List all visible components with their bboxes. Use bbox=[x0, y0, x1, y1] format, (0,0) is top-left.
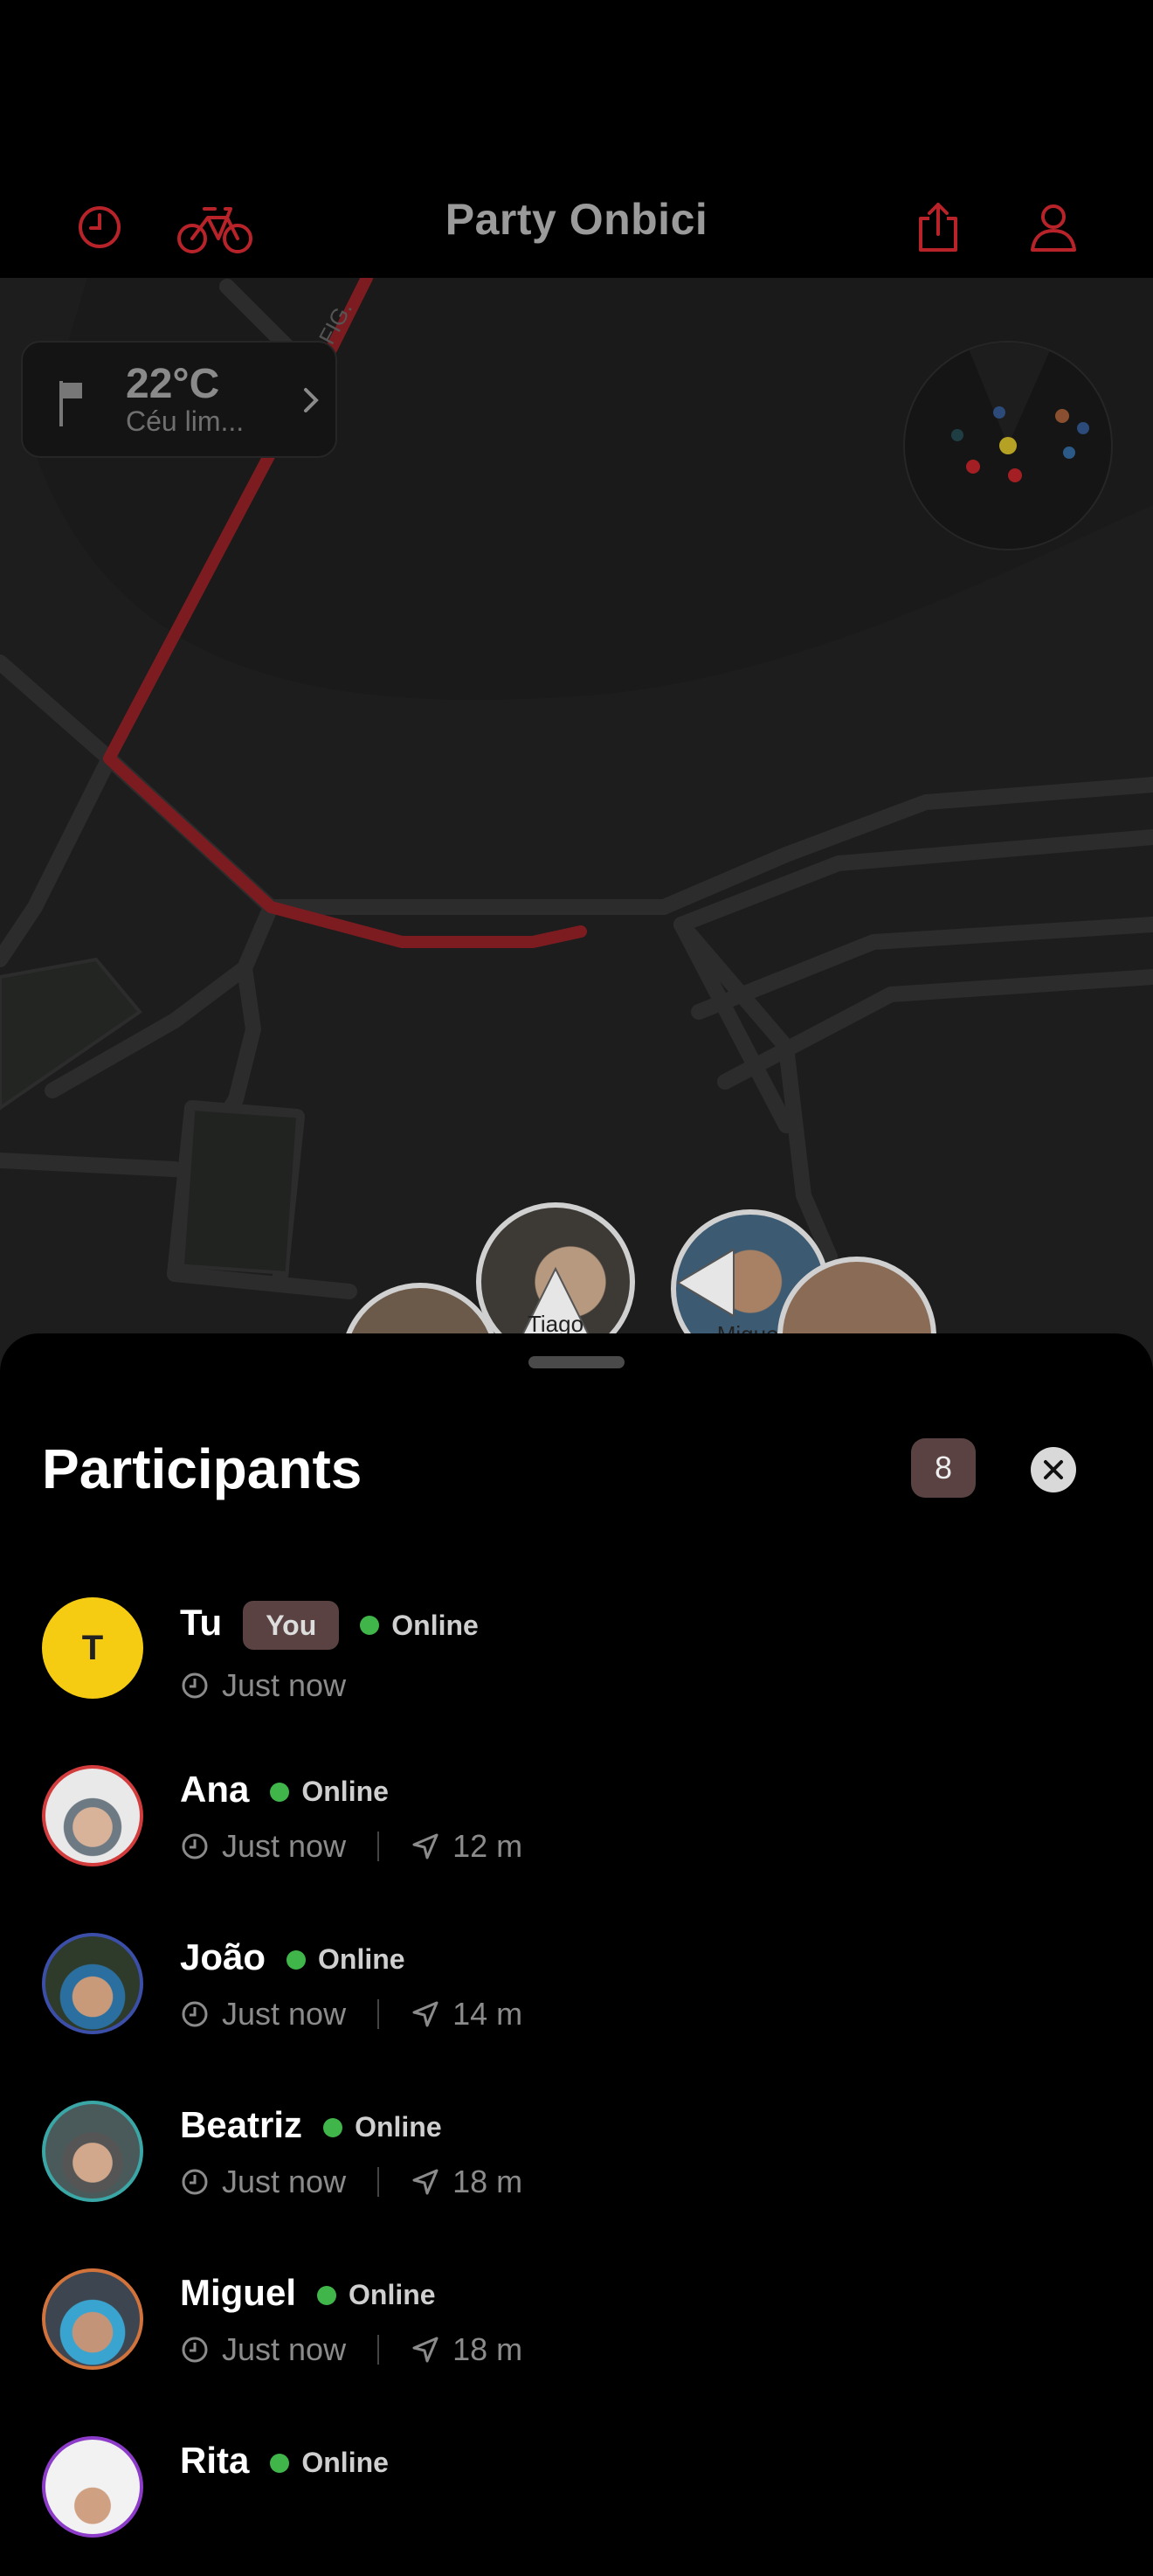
list-item[interactable]: Rita Online bbox=[42, 2436, 1125, 2576]
online-dot-icon bbox=[323, 2117, 343, 2137]
last-seen-text: Just now bbox=[222, 2331, 347, 2367]
flag-icon bbox=[59, 381, 82, 426]
participants-sheet: Participants 8 T Tu You Online Just now An… bbox=[0, 1333, 1153, 2538]
clock-icon bbox=[182, 1833, 208, 1859]
participant-name: Ana bbox=[180, 1769, 250, 1810]
participant-meta: Just now bbox=[180, 1667, 346, 1704]
status-indicator: Online bbox=[270, 1776, 389, 1808]
participant-name: Beatriz bbox=[180, 2104, 303, 2145]
distance-text: 12 m bbox=[452, 1828, 523, 1864]
online-dot-icon bbox=[287, 1949, 307, 1970]
list-item[interactable]: João Online Just now 14 m bbox=[42, 1933, 1125, 2073]
participant-name-row: Rita Online bbox=[180, 2440, 389, 2482]
clock-icon bbox=[182, 2169, 208, 2195]
weather-temperature: 22°C bbox=[126, 361, 220, 407]
participant-name: Miguel bbox=[180, 2272, 296, 2313]
navigation-arrow-icon bbox=[412, 2169, 438, 2195]
clock-icon bbox=[182, 2001, 208, 2027]
avatar bbox=[42, 2436, 143, 2538]
status-text: Online bbox=[301, 1776, 389, 1808]
distance-text: 18 m bbox=[452, 2164, 523, 2199]
status-text: Online bbox=[391, 1609, 479, 1641]
avatar bbox=[42, 1933, 143, 2034]
list-item[interactable]: Beatriz Online Just now 18 m bbox=[42, 2101, 1125, 2240]
last-seen-text: Just now bbox=[222, 1828, 347, 1864]
list-item[interactable]: T Tu You Online Just now bbox=[42, 1597, 1125, 1737]
participant-name-row: Ana Online bbox=[180, 1769, 389, 1811]
share-icon[interactable] bbox=[903, 192, 973, 262]
divider bbox=[377, 2167, 380, 2197]
navigation-arrow-icon bbox=[412, 1833, 438, 1859]
status-text: Online bbox=[318, 1943, 405, 1976]
chevron-right-icon bbox=[304, 388, 319, 412]
avatar-initial: T bbox=[81, 1628, 104, 1667]
distance-text: 18 m bbox=[452, 2331, 523, 2367]
divider bbox=[377, 1832, 380, 1861]
participant-name-row: Miguel Online bbox=[180, 2272, 436, 2314]
participant-name-row: João Online bbox=[180, 1936, 405, 1978]
radar-minimap[interactable] bbox=[903, 341, 1113, 551]
list-item[interactable]: Miguel Online Just now 18 m bbox=[42, 2268, 1125, 2408]
status-text: Online bbox=[349, 2279, 436, 2311]
status-indicator: Online bbox=[317, 2279, 436, 2311]
status-indicator: Online bbox=[270, 2447, 389, 2479]
participant-meta: Just now 14 m bbox=[180, 1996, 522, 2032]
participant-name: Rita bbox=[180, 2440, 250, 2481]
last-seen-text: Just now bbox=[222, 2164, 347, 2199]
status-text: Online bbox=[301, 2447, 389, 2479]
online-dot-icon bbox=[360, 1616, 380, 1635]
clock-icon bbox=[182, 2337, 208, 2363]
divider bbox=[377, 1999, 380, 2029]
profile-icon[interactable] bbox=[1018, 192, 1088, 262]
sheet-title: Participants bbox=[42, 1437, 362, 1500]
participant-name-row: Beatriz Online bbox=[180, 2104, 442, 2146]
clock-icon bbox=[182, 1672, 208, 1699]
close-icon bbox=[1044, 1460, 1063, 1479]
avatar bbox=[42, 2268, 143, 2370]
status-indicator: Online bbox=[360, 1610, 479, 1642]
navigation-arrow-icon bbox=[412, 2001, 438, 2027]
online-dot-icon bbox=[270, 1782, 290, 1802]
status-text: Online bbox=[355, 2111, 442, 2143]
you-badge: You bbox=[243, 1601, 340, 1650]
weather-card[interactable]: 22°C Céu lim... bbox=[21, 341, 337, 458]
participant-name: Tu bbox=[180, 1602, 223, 1644]
participant-count-badge: 8 bbox=[911, 1438, 976, 1498]
weather-description: Céu lim... bbox=[126, 405, 245, 437]
page-title: Party Onbici bbox=[445, 195, 708, 244]
avatar bbox=[42, 2101, 143, 2202]
participant-name-row: Tu You Online bbox=[180, 1601, 479, 1650]
last-seen-text: Just now bbox=[222, 1996, 347, 2032]
last-seen-text: Just now bbox=[222, 1667, 347, 1703]
status-indicator: Online bbox=[323, 2111, 442, 2143]
drag-handle[interactable] bbox=[528, 1356, 625, 1368]
participant-name: João bbox=[180, 1936, 266, 1977]
top-bar: Party Onbici bbox=[0, 175, 1153, 278]
list-item[interactable]: Ana Online Just now 12 m bbox=[42, 1765, 1125, 1905]
radar-dots bbox=[951, 343, 1089, 482]
status-indicator: Online bbox=[287, 1943, 405, 1976]
online-dot-icon bbox=[270, 2453, 290, 2473]
participant-meta: Just now 12 m bbox=[180, 1828, 522, 1865]
distance-text: 14 m bbox=[452, 1996, 523, 2032]
participant-meta: Just now 18 m bbox=[180, 2164, 522, 2200]
avatar: T bbox=[42, 1597, 143, 1699]
participant-meta: Just now 18 m bbox=[180, 2331, 522, 2368]
divider bbox=[377, 2335, 380, 2365]
navigation-arrow-icon bbox=[412, 2337, 438, 2363]
close-button[interactable] bbox=[1031, 1447, 1076, 1492]
status-bar bbox=[0, 0, 1153, 175]
avatar bbox=[42, 1765, 143, 1866]
online-dot-icon bbox=[317, 2285, 336, 2305]
